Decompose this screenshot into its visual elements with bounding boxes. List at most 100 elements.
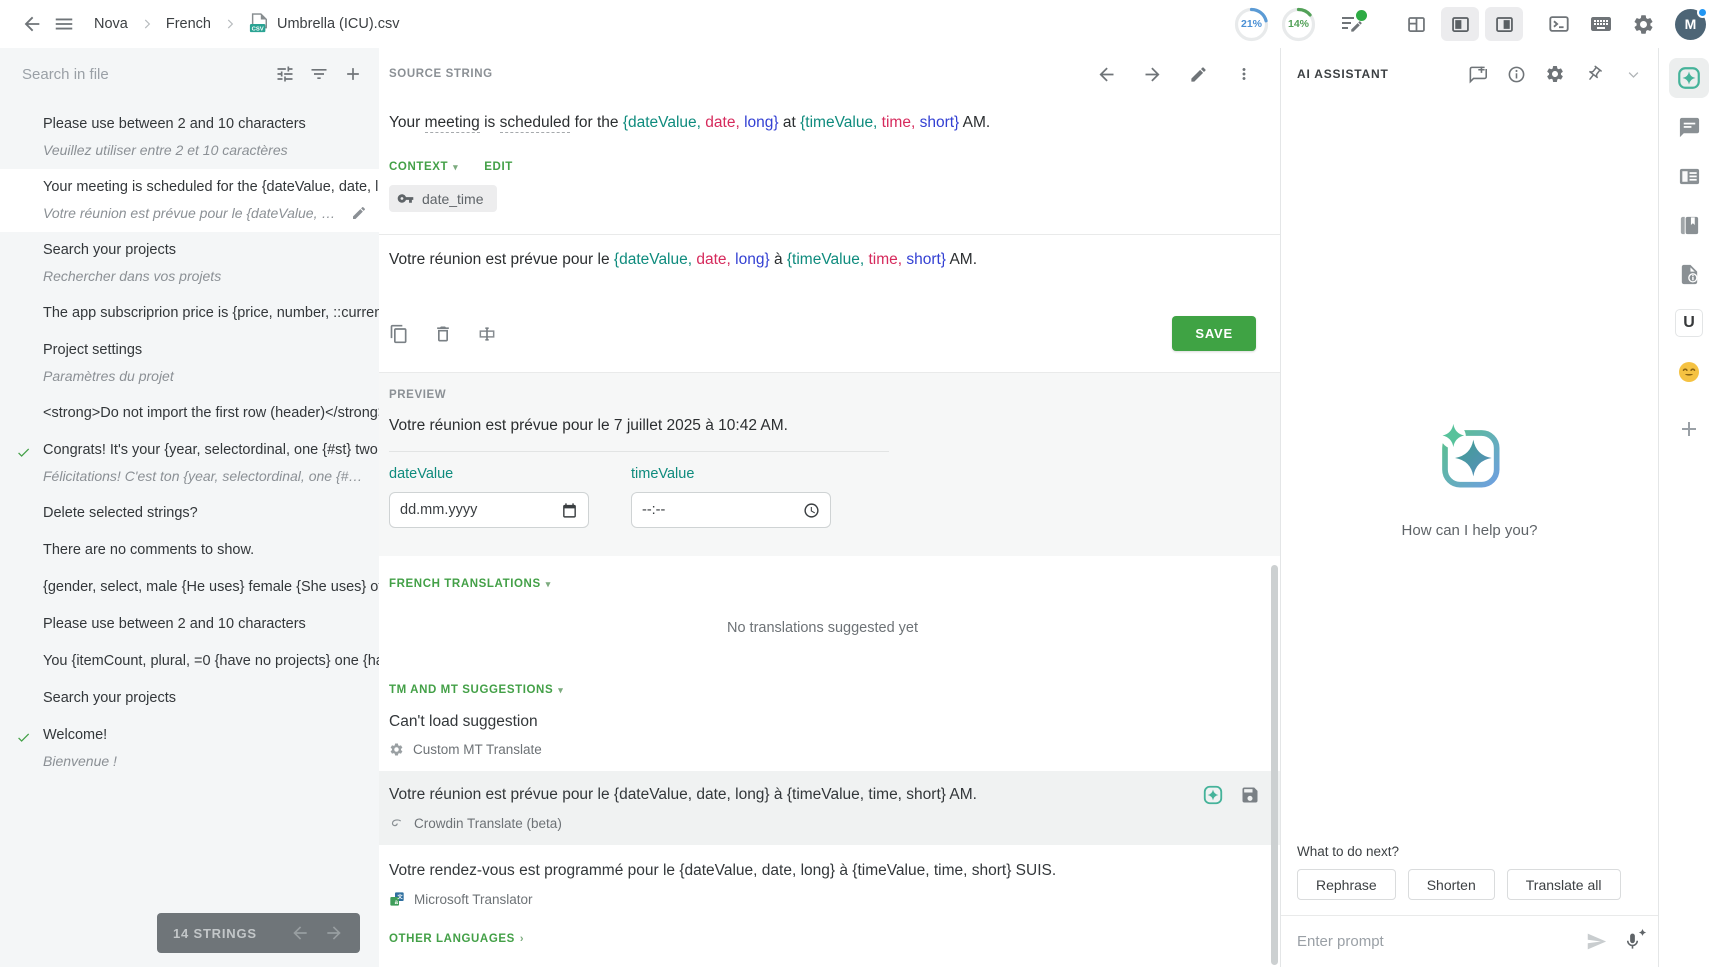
prev-page-icon[interactable] <box>290 923 310 943</box>
string-list-item[interactable]: You {itemCount, plural, =0 {have no proj… <box>0 643 379 680</box>
string-key-chip[interactable]: date_time <box>389 185 497 212</box>
time-input[interactable]: --:-- <box>631 492 831 528</box>
translation-input[interactable]: Votre réunion est prévue pour le {dateVa… <box>389 235 1256 270</box>
user-avatar[interactable]: M <box>1675 9 1706 40</box>
string-list-item[interactable]: Delete selected strings? <box>0 495 379 532</box>
save-button[interactable]: SAVE <box>1172 316 1256 351</box>
clear-translation-button[interactable] <box>433 324 453 344</box>
terminal-icon <box>1548 13 1570 35</box>
source-section: SOURCE STRING Your meeting is scheduled … <box>379 48 1280 372</box>
strings-sidebar: Please use between 2 and 10 characters V… <box>0 48 379 967</box>
translated-progress[interactable]: 21% <box>1233 6 1270 43</box>
edit-source-button[interactable] <box>1186 62 1210 86</box>
chevron-right-icon <box>140 17 154 31</box>
other-languages-toggle[interactable]: OTHER LANGUAGES› <box>389 933 1256 945</box>
assistant-settings-button[interactable] <box>1544 63 1566 85</box>
string-list-item[interactable]: Please use between 2 and 10 characters <box>0 606 379 643</box>
clock-icon[interactable] <box>803 502 820 519</box>
new-conversation-button[interactable] <box>1466 63 1488 85</box>
shortcuts-button[interactable] <box>1585 8 1617 40</box>
tm-suggestion[interactable]: Votre rendez-vous est programmé pour le … <box>379 845 1280 921</box>
edit-context-button[interactable]: EDIT <box>484 161 513 173</box>
previous-string-button[interactable] <box>1094 62 1118 86</box>
next-page-icon[interactable] <box>324 923 344 943</box>
string-list-item[interactable]: Project settings Paramètres du projet <box>0 332 379 395</box>
filter-icon[interactable] <box>309 64 329 84</box>
chevron-right-icon: › <box>520 933 524 945</box>
main-menu-button[interactable] <box>48 8 80 40</box>
editor-scrollbar[interactable] <box>1271 565 1278 965</box>
divider <box>389 451 889 452</box>
tm-suggestion[interactable]: Can't load suggestion Custom MT Translat… <box>379 696 1280 771</box>
string-list-item[interactable]: Congrats! It's your {year, selectordinal… <box>0 432 379 495</box>
file-info-tab[interactable] <box>1669 254 1709 294</box>
use-suggestion-button[interactable] <box>1240 785 1260 805</box>
text-run: at <box>779 114 801 131</box>
breadcrumb-file[interactable]: Umbrella (ICU).csv <box>249 13 399 35</box>
breadcrumb-language[interactable]: French <box>166 16 211 32</box>
terms-tab[interactable] <box>1669 156 1709 196</box>
tm-suggestion[interactable]: Votre réunion est prévue pour le {dateVa… <box>379 771 1280 845</box>
date-input[interactable]: dd.mm.yyyy <box>389 492 589 528</box>
keyboard-icon <box>1589 12 1613 36</box>
string-list-item[interactable]: Search your projects Rechercher dans vos… <box>0 232 379 295</box>
save-icon <box>1240 785 1260 805</box>
shorten-button[interactable]: Shorten <box>1408 869 1495 900</box>
advanced-filter-icon[interactable] <box>275 64 295 84</box>
assistant-info-button[interactable] <box>1505 63 1527 85</box>
prompt-input[interactable] <box>1297 933 1570 950</box>
dictionary-tab[interactable] <box>1669 205 1709 245</box>
collapse-panel-button[interactable] <box>1622 63 1644 85</box>
tm-suggestions-dropdown[interactable]: TM AND MT SUGGESTIONS▾ <box>389 684 1256 696</box>
add-string-icon[interactable] <box>343 64 363 84</box>
ai-sparkle-icon <box>1202 784 1224 806</box>
layout-right-panel-button[interactable] <box>1485 7 1523 41</box>
settings-button[interactable] <box>1627 8 1659 40</box>
approved-progress[interactable]: 14% <box>1280 6 1317 43</box>
string-list-item[interactable]: <strong>Do not import the first row (hea… <box>0 395 379 432</box>
file-info-icon <box>1678 263 1701 286</box>
search-input[interactable] <box>22 66 261 83</box>
breadcrumb-project[interactable]: Nova <box>94 16 128 32</box>
string-list-item[interactable]: Please use between 2 and 10 characters V… <box>0 106 379 169</box>
string-list-item[interactable]: Your meeting is scheduled for the {dateV… <box>0 169 379 232</box>
rephrase-button[interactable]: Rephrase <box>1297 869 1396 900</box>
string-list-item[interactable]: Search your projects <box>0 680 379 717</box>
approved-check-icon <box>16 445 31 460</box>
crowdin-editor-app: Nova French Umbrella (ICU).csv 21% 14% <box>0 0 1720 967</box>
layout-left-panel-button[interactable] <box>1441 7 1479 41</box>
console-button[interactable] <box>1543 8 1575 40</box>
next-string-button[interactable] <box>1140 62 1164 86</box>
send-icon[interactable] <box>1586 931 1607 952</box>
translate-all-button[interactable]: Translate all <box>1507 869 1621 900</box>
string-translation-text: Votre réunion est prévue pour le {dateVa… <box>43 203 365 224</box>
comment-icon <box>1678 116 1701 139</box>
string-list-item[interactable]: The app subscriprion price is {price, nu… <box>0 295 379 332</box>
pin-icon <box>1581 61 1606 86</box>
add-app-button[interactable] <box>1669 409 1709 449</box>
proofread-mode-button[interactable] <box>1335 8 1369 40</box>
untranslated-status-icon <box>16 651 30 672</box>
string-menu-button[interactable] <box>1232 62 1256 86</box>
string-list-item[interactable]: {gender, select, male {He uses} female {… <box>0 569 379 606</box>
copy-source-button[interactable] <box>389 324 409 344</box>
pin-panel-button[interactable] <box>1579 59 1610 90</box>
voice-input-button[interactable] <box>1623 932 1642 951</box>
calendar-icon[interactable] <box>561 502 578 519</box>
icu-placeholder: {timeValue, <box>787 251 864 268</box>
select-text-button[interactable] <box>477 324 497 344</box>
string-list-item[interactable]: There are no comments to show. <box>0 532 379 569</box>
layout-split-icon <box>1406 14 1427 35</box>
suggestion-text: Votre rendez-vous est programmé pour le … <box>389 861 1256 881</box>
comments-tab[interactable] <box>1669 107 1709 147</box>
string-list-item[interactable]: Welcome! Bienvenue ! <box>0 717 379 780</box>
layout-switcher <box>1397 7 1523 41</box>
u-app-tab[interactable]: U <box>1669 303 1709 343</box>
ai-assistant-tab[interactable] <box>1669 58 1709 98</box>
layout-split-button[interactable] <box>1397 7 1435 41</box>
french-translations-dropdown[interactable]: FRENCH TRANSLATIONS▾ <box>389 578 1256 590</box>
back-button[interactable] <box>16 8 48 40</box>
insert-suggestion-button[interactable] <box>1202 784 1224 806</box>
context-dropdown[interactable]: CONTEXT▾ <box>389 161 458 173</box>
emoji-app-tab[interactable] <box>1669 352 1709 392</box>
